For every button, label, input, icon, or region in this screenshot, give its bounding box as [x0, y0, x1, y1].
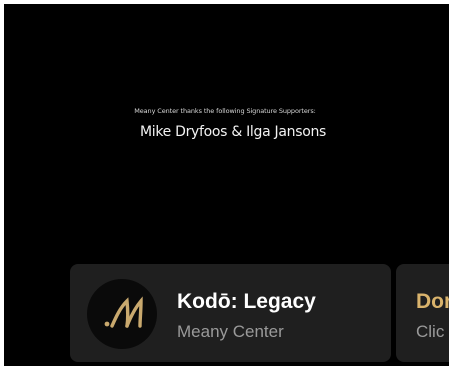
sponsor-thanks-text: Meany Center thanks the following Signat…: [134, 107, 316, 115]
next-card[interactable]: Dor Clic: [396, 264, 449, 362]
card-subtitle: Meany Center: [177, 322, 284, 341]
next-card-title: Dor: [416, 290, 449, 313]
video-screen: Meany Center thanks the following Signat…: [4, 4, 449, 366]
sponsor-names: Mike Dryfoos & Ilga Jansons: [139, 124, 327, 140]
sponsor-credits: Meany Center thanks the following Signat…: [4, 104, 449, 164]
card-title: Kodō: Legacy: [177, 290, 316, 313]
next-card-subtitle: Clic: [416, 322, 445, 341]
meany-center-monogram-icon: [87, 279, 157, 349]
now-playing-card[interactable]: Kodō: Legacy Meany Center: [70, 264, 391, 362]
